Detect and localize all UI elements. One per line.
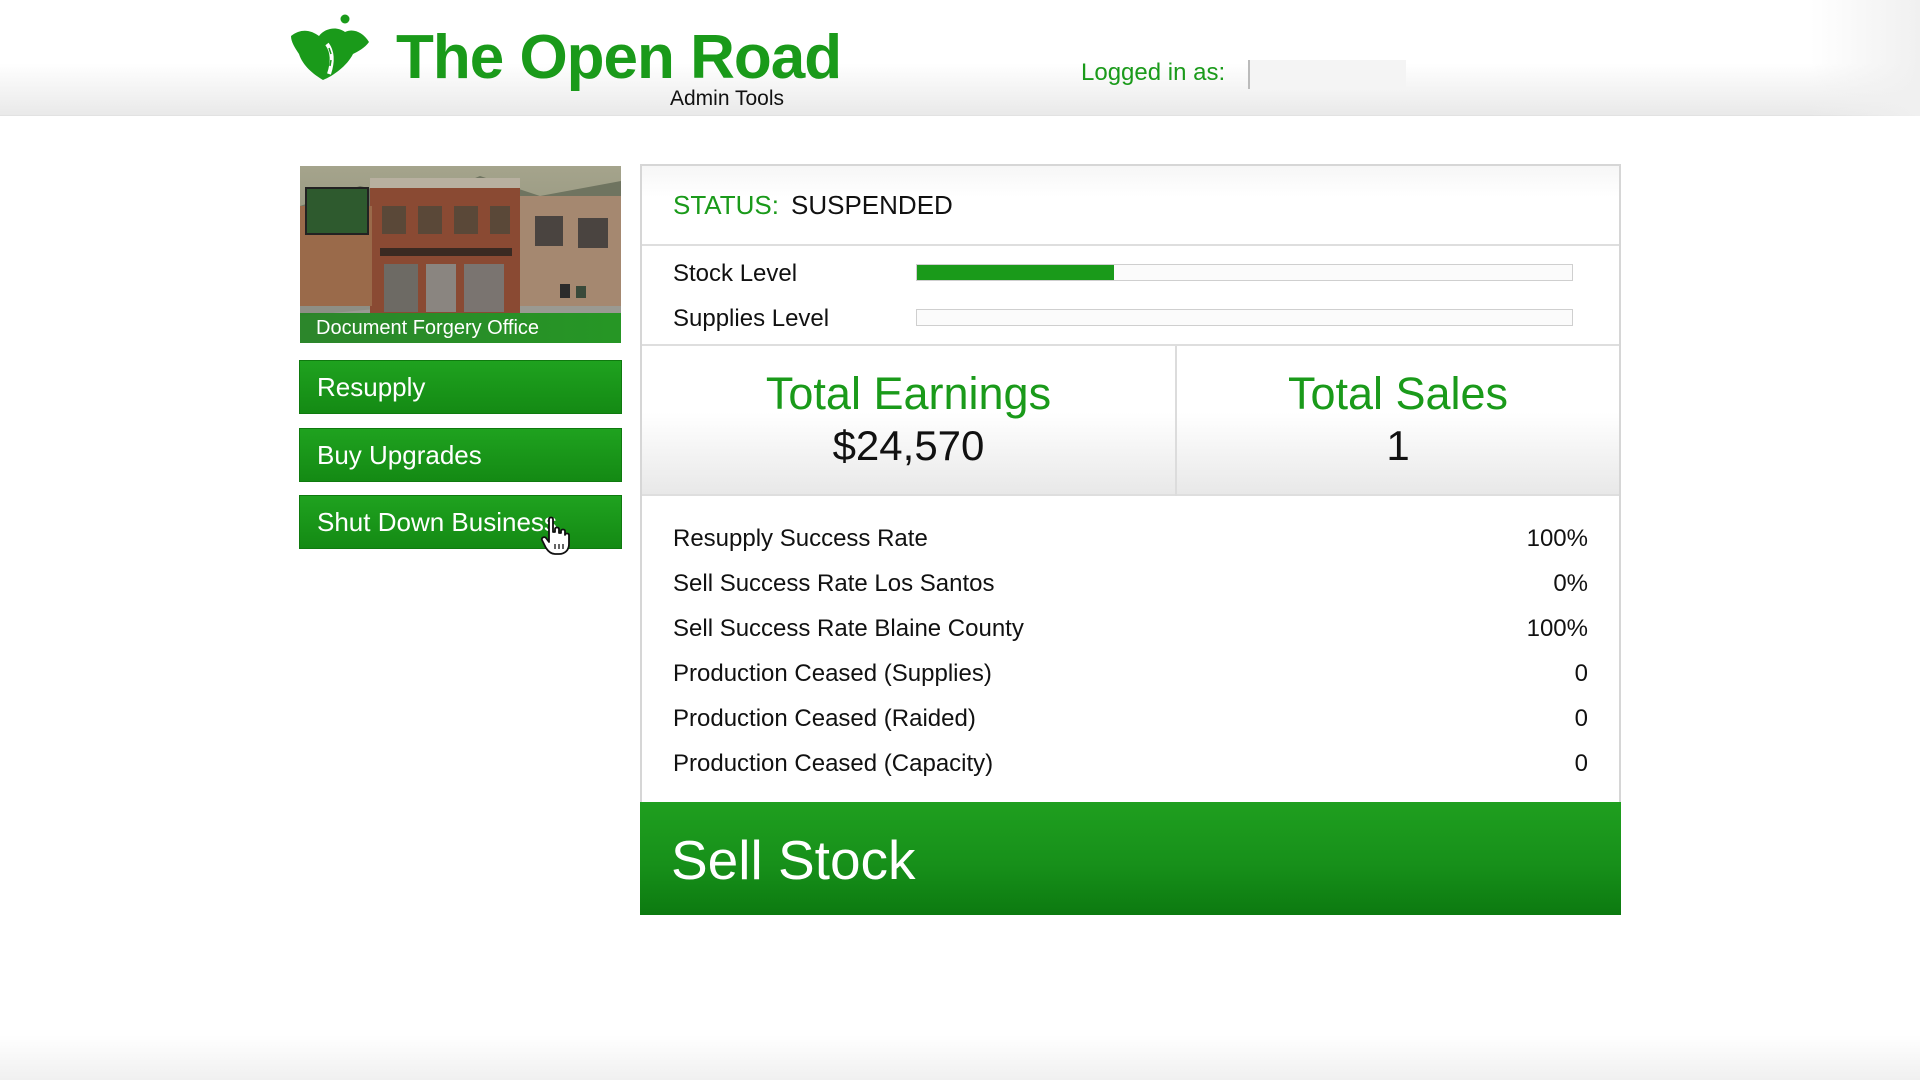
- login-label: Logged in as:: [1081, 59, 1226, 86]
- stock-level-label: Stock Level: [673, 260, 798, 287]
- header-bar: The Open Road Admin Tools Logged in as:: [0, 0, 1920, 116]
- business-card: Document Forgery Office: [300, 166, 621, 343]
- status-value: SUSPENDED: [791, 190, 953, 220]
- metric-label: Sell Success Rate Los Santos: [673, 570, 995, 597]
- status-label: STATUS:: [673, 190, 779, 220]
- status-row: STATUS: SUSPENDED: [642, 166, 1619, 246]
- metric-row: Sell Success Rate Los Santos 0%: [642, 565, 1619, 605]
- sell-stock-label: Sell Stock: [671, 829, 916, 891]
- total-sales-cell: Total Sales 1: [1177, 346, 1619, 496]
- buy-upgrades-button[interactable]: Buy Upgrades: [299, 428, 622, 482]
- brand-subtitle: Admin Tools: [670, 87, 785, 110]
- metric-value: 0: [1574, 705, 1588, 732]
- levels-section: Stock Level Supplies Level: [642, 246, 1619, 346]
- stock-level-bar: [916, 264, 1573, 281]
- metric-label: Production Ceased (Supplies): [673, 660, 992, 687]
- metric-row: Sell Success Rate Blaine County 100%: [642, 610, 1619, 650]
- metric-value: 0: [1574, 660, 1588, 687]
- admin-tools-page: The Open Road Admin Tools Logged in as:: [0, 0, 1920, 1080]
- resupply-button[interactable]: Resupply: [299, 360, 622, 414]
- hand-pointer-icon: [540, 516, 570, 555]
- metrics-list: Resupply Success Rate 100% Sell Success …: [642, 496, 1619, 796]
- totals-row: Total Earnings $24,570 Total Sales 1: [642, 346, 1619, 496]
- shut-down-business-button[interactable]: Shut Down Business: [299, 495, 622, 549]
- supplies-level-bar: [916, 309, 1573, 326]
- header-fade: [1810, 0, 1920, 116]
- total-sales-value: 1: [1386, 422, 1410, 469]
- metric-value: 100%: [1526, 525, 1588, 552]
- brand-title: The Open Road: [396, 23, 842, 92]
- total-earnings-cell: Total Earnings $24,570: [642, 346, 1175, 496]
- metric-value: 0%: [1553, 570, 1588, 597]
- business-name: Document Forgery Office: [300, 313, 621, 343]
- metric-row: Resupply Success Rate 100%: [642, 520, 1619, 560]
- metric-row: Production Ceased (Raided) 0: [642, 700, 1619, 740]
- total-sales-label: Total Sales: [1287, 368, 1509, 419]
- logged-in-user: [1248, 60, 1406, 89]
- total-earnings-label: Total Earnings: [765, 368, 1052, 419]
- open-road-logo-icon: [291, 14, 369, 80]
- metric-label: Production Ceased (Capacity): [673, 750, 994, 777]
- metric-row: Production Ceased (Supplies) 0: [642, 655, 1619, 695]
- supplies-level-label: Supplies Level: [673, 305, 830, 332]
- metric-value: 0: [1574, 750, 1588, 777]
- metric-value: 100%: [1526, 615, 1588, 642]
- metric-label: Production Ceased (Raided): [673, 705, 976, 732]
- metric-label: Sell Success Rate Blaine County: [673, 615, 1024, 642]
- sell-stock-button[interactable]: Sell Stock: [640, 802, 1621, 915]
- metric-label: Resupply Success Rate: [673, 525, 928, 552]
- footer-fade: [0, 1035, 1920, 1080]
- stock-level-fill: [917, 265, 1114, 280]
- total-earnings-value: $24,570: [832, 422, 985, 469]
- business-stats-panel: STATUS: SUSPENDED Stock Level Supplies L…: [640, 164, 1621, 915]
- metric-row: Production Ceased (Capacity) 0: [642, 745, 1619, 785]
